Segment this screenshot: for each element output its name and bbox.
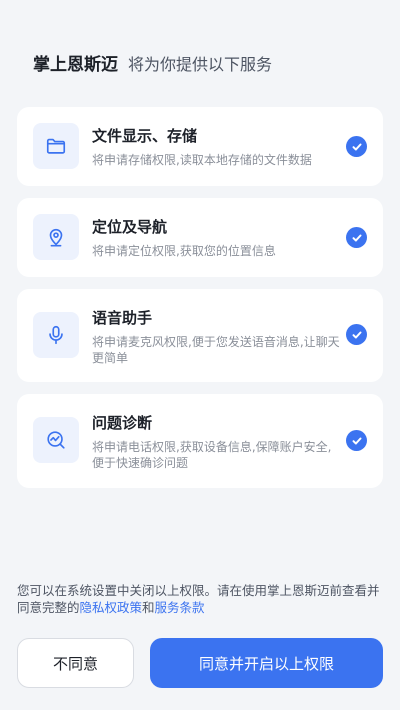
- permission-desc: 将申请电话权限,获取设备信息,保障账户安全,便于快速确诊问题: [92, 440, 332, 470]
- disagree-button[interactable]: 不同意: [17, 638, 134, 688]
- header-subtitle: 将为你提供以下服务: [128, 55, 273, 74]
- permission-card-storage[interactable]: 文件显示、存储 将申请存储权限,读取本地存储的文件数据: [17, 107, 383, 186]
- check-icon[interactable]: [346, 324, 367, 345]
- privacy-policy-link[interactable]: 隐私权政策: [80, 600, 143, 615]
- agree-button[interactable]: 同意并开启以上权限: [150, 638, 383, 688]
- terms-of-service-link[interactable]: 服务条款: [155, 600, 205, 615]
- location-pin-icon: [33, 214, 79, 260]
- app-name: 掌上恩斯迈: [33, 55, 118, 75]
- permission-card-diagnosis[interactable]: 问题诊断 将申请电话权限,获取设备信息,保障账户安全,便于快速确诊问题: [17, 394, 383, 488]
- permission-card-location[interactable]: 定位及导航 将申请定位权限,获取您的位置信息: [17, 198, 383, 277]
- permission-title: 定位及导航: [92, 218, 168, 236]
- folder-icon: [33, 123, 79, 169]
- diagnosis-icon: [33, 417, 79, 463]
- permission-desc: 将申请存储权限,读取本地存储的文件数据: [92, 153, 312, 167]
- permission-card-voice[interactable]: 语音助手 将申请麦克风权限,便于您发送语音消息,让聊天更简单: [17, 289, 383, 382]
- check-icon[interactable]: [346, 430, 367, 451]
- consent-notice: 您可以在系统设置中关闭以上权限。请在使用掌上恩斯迈前查看并同意完整的隐私权政策和…: [17, 582, 383, 616]
- consent-and: 和: [142, 600, 155, 615]
- microphone-icon: [33, 312, 79, 358]
- permission-title: 语音助手: [92, 309, 153, 327]
- permission-title: 文件显示、存储: [92, 127, 198, 145]
- permission-desc: 将申请定位权限,获取您的位置信息: [92, 244, 276, 258]
- permission-desc: 将申请麦克风权限,便于您发送语音消息,让聊天更简单: [92, 335, 340, 365]
- check-icon[interactable]: [346, 227, 367, 248]
- permission-title: 问题诊断: [92, 414, 153, 432]
- check-icon[interactable]: [346, 136, 367, 157]
- page-header: 掌上恩斯迈 将为你提供以下服务: [33, 50, 272, 75]
